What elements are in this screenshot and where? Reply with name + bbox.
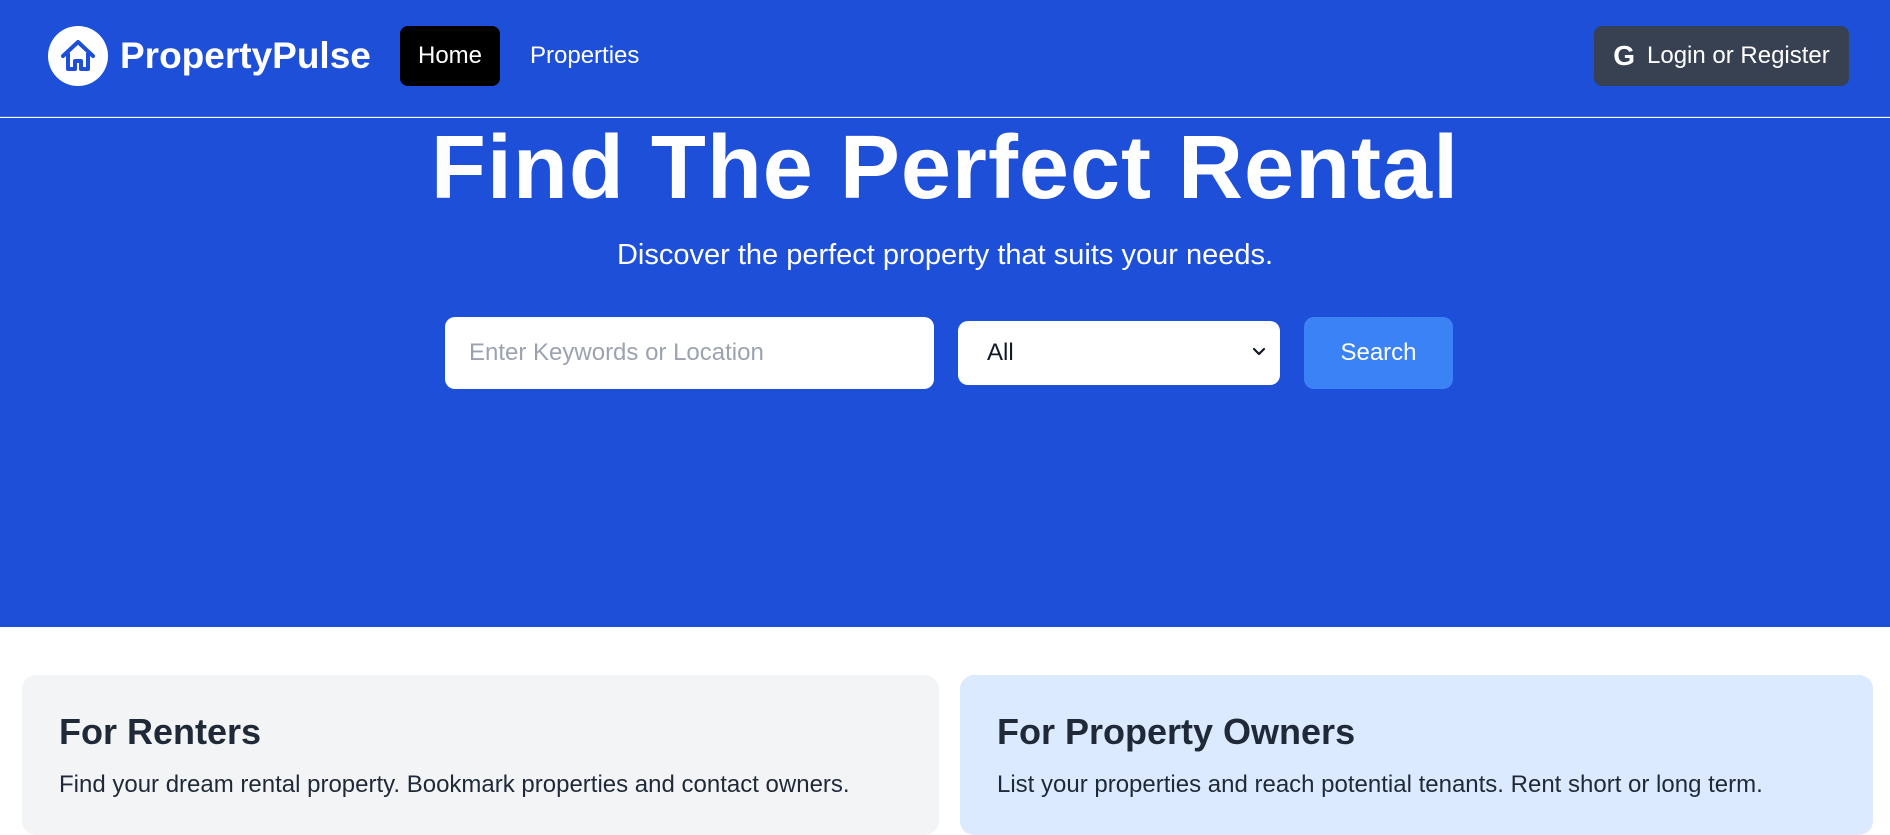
owners-card: For Property Owners List your properties… xyxy=(960,675,1873,835)
hero-title: Find The Perfect Rental xyxy=(430,118,1460,218)
navbar: PropertyPulse Home Properties G Login or… xyxy=(0,0,1890,117)
renters-card: For Renters Find your dream rental prope… xyxy=(22,675,939,835)
brand-link[interactable]: PropertyPulse xyxy=(48,26,371,86)
nav-link-home[interactable]: Home xyxy=(400,26,500,86)
house-icon xyxy=(48,26,108,86)
nav-link-properties[interactable]: Properties xyxy=(530,26,639,86)
search-button[interactable]: Search xyxy=(1304,317,1453,389)
property-type-selected: All xyxy=(987,339,1014,366)
search-input[interactable] xyxy=(445,317,934,389)
hero-subtitle: Discover the perfect property that suits… xyxy=(616,239,1274,271)
renters-card-title: For Renters xyxy=(59,711,262,752)
login-register-button[interactable]: G Login or Register xyxy=(1594,26,1849,86)
google-icon: G xyxy=(1613,40,1635,71)
chevron-down-icon xyxy=(1252,347,1266,356)
owners-card-text: List your properties and reach potential… xyxy=(997,771,1763,798)
brand-name: PropertyPulse xyxy=(120,35,371,76)
renters-card-text: Find your dream rental property. Bookmar… xyxy=(59,771,850,798)
owners-card-title: For Property Owners xyxy=(997,711,1356,752)
property-type-select[interactable]: All xyxy=(958,321,1280,385)
login-register-label: Login or Register xyxy=(1647,42,1830,69)
